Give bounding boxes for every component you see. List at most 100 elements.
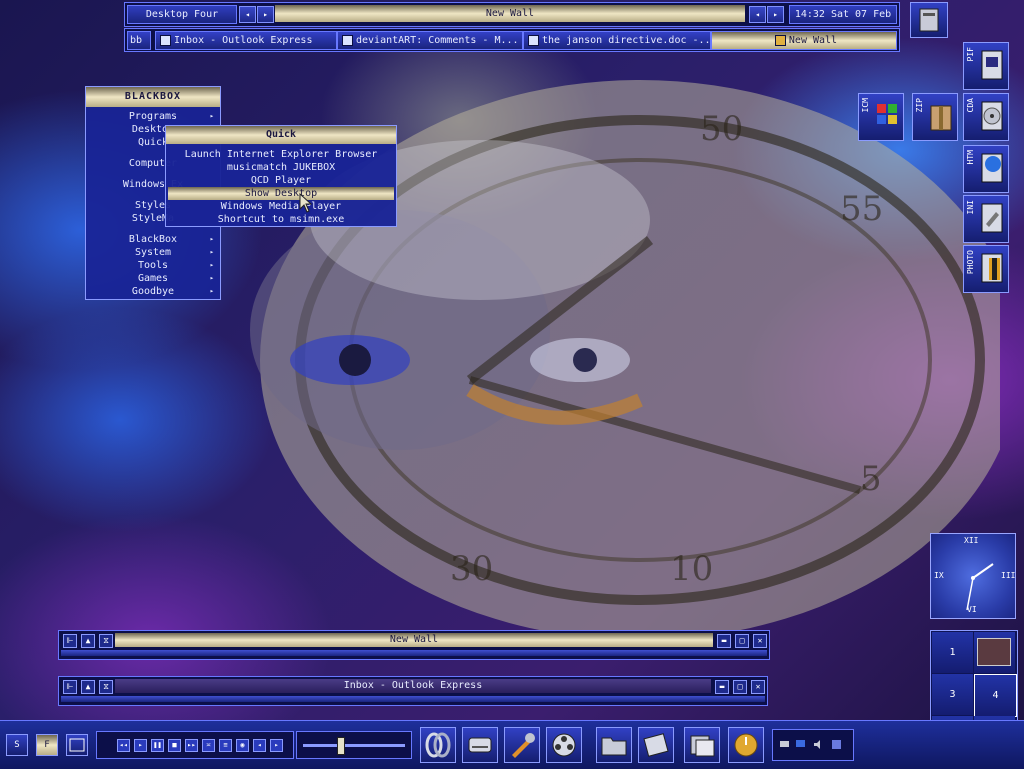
- forward-button[interactable]: ▸▸: [185, 739, 198, 752]
- desktop-shortcut-htm[interactable]: HTM: [963, 145, 1009, 193]
- task-bb[interactable]: bb: [127, 31, 151, 50]
- quicklaunch-drive[interactable]: [462, 727, 498, 763]
- ini-icon: [981, 203, 1003, 233]
- quick-item-ie[interactable]: Launch Internet Explorer Browser: [168, 148, 394, 161]
- quicklaunch-chain[interactable]: [420, 727, 456, 763]
- window-outlook: ⊩ ▲ ⧖ Inbox - Outlook Express ▬ □ ✕: [58, 676, 768, 706]
- pause-button[interactable]: ❚❚: [151, 739, 164, 752]
- quick-item-show-desktop[interactable]: Show Desktop: [168, 187, 394, 200]
- submenu-arrow-icon: ▸: [209, 112, 214, 120]
- f-button[interactable]: F: [36, 734, 58, 756]
- window-title[interactable]: Inbox - Outlook Express: [115, 679, 711, 693]
- menu-item-blackbox[interactable]: BlackBox ▸: [90, 233, 216, 246]
- maximize-icon[interactable]: □: [735, 634, 749, 648]
- menu-item-goodbye[interactable]: Goodbye ▸: [90, 285, 216, 298]
- mouse-pointer-icon: [299, 193, 313, 213]
- task-word-doc[interactable]: the janson directive.doc -...: [523, 31, 711, 50]
- icon-tag: ZIP: [915, 98, 924, 113]
- iconify-icon[interactable]: ⧖: [99, 680, 113, 694]
- quicklaunch-tools[interactable]: [504, 727, 540, 763]
- submenu-arrow-icon: ▸: [209, 287, 214, 295]
- play-button[interactable]: ▸: [134, 739, 147, 752]
- resize-handle[interactable]: [61, 650, 767, 656]
- desktop-shortcut-zip[interactable]: ZIP: [912, 93, 958, 141]
- desktop-shortcut-photo[interactable]: PHOTO: [963, 245, 1009, 293]
- shade-icon[interactable]: ⊩: [63, 680, 77, 694]
- window-title[interactable]: New Wall: [115, 633, 713, 647]
- icon-tag: PHOTO: [966, 250, 975, 275]
- menu-item-programs[interactable]: Programs ▸: [90, 110, 216, 123]
- next-track-button[interactable]: ▸: [270, 739, 283, 752]
- volume-slider[interactable]: [296, 731, 412, 759]
- analog-clock-widget[interactable]: XII III VI IX: [930, 533, 1016, 619]
- stick-icon[interactable]: ▲: [81, 634, 95, 648]
- pager-desktop-3[interactable]: 3: [932, 674, 973, 715]
- network-icon[interactable]: [779, 739, 790, 750]
- shade-icon[interactable]: ⊩: [63, 634, 77, 648]
- clock-numeral-9: IX: [934, 571, 944, 580]
- folder-icon: [774, 34, 786, 46]
- quick-item-qcd[interactable]: QCD Player: [168, 174, 394, 187]
- close-icon[interactable]: ✕: [751, 680, 765, 694]
- speaker-icon[interactable]: [813, 739, 824, 750]
- playlist-button[interactable]: ≡: [219, 739, 232, 752]
- menu-item-system[interactable]: System ▸: [90, 246, 216, 259]
- monitor-icon[interactable]: [795, 739, 806, 750]
- quick-item-musicmatch[interactable]: musicmatch JUKEBOX: [168, 161, 394, 174]
- settings-button[interactable]: ◉: [236, 739, 249, 752]
- pager-desktop-1[interactable]: 1: [932, 632, 973, 673]
- task-deviantart[interactable]: deviantART: Comments - M...: [337, 31, 523, 50]
- desktop-shortcut-icm[interactable]: ICM: [858, 93, 904, 141]
- workspace-label[interactable]: Desktop Four: [127, 5, 237, 24]
- volume-knob[interactable]: [336, 737, 345, 755]
- tools-icon: [512, 733, 535, 758]
- stick-icon[interactable]: ▲: [81, 680, 95, 694]
- iconify-icon[interactable]: ⧖: [99, 634, 113, 648]
- close-icon[interactable]: ✕: [753, 634, 767, 648]
- show-desktop-button[interactable]: [66, 734, 88, 756]
- quicklaunch-folder[interactable]: [596, 727, 632, 763]
- svg-text:30: 30: [450, 549, 493, 589]
- svg-text:50: 50: [700, 109, 743, 149]
- prev-workspace-button[interactable]: ◂: [239, 6, 256, 23]
- browser-icon: [342, 34, 353, 46]
- start-button[interactable]: S: [6, 734, 28, 756]
- quicklaunch-disk[interactable]: [638, 727, 674, 763]
- desktop-shortcut-cda[interactable]: CDA: [963, 93, 1009, 141]
- task-new-wall[interactable]: New Wall: [711, 31, 897, 50]
- desktop-shortcut-ini[interactable]: INI: [963, 195, 1009, 243]
- minimize-icon[interactable]: ▬: [715, 680, 729, 694]
- toolbar-clock[interactable]: 14:32 Sat 07 Feb: [789, 5, 897, 24]
- outlook-icon: [160, 34, 171, 46]
- task-outlook[interactable]: Inbox - Outlook Express: [155, 31, 337, 50]
- maximize-icon[interactable]: □: [733, 680, 747, 694]
- recycle-bin-icon[interactable]: [910, 2, 948, 38]
- current-window-label[interactable]: New Wall: [275, 5, 745, 22]
- quicklaunch-photos[interactable]: [684, 727, 720, 763]
- quick-item-msimn[interactable]: Shortcut to msimn.exe: [168, 213, 394, 226]
- resize-handle[interactable]: [61, 696, 765, 702]
- volume-track: [303, 744, 405, 747]
- pager-desktop-2[interactable]: [974, 632, 1015, 673]
- next-workspace-button[interactable]: ▸: [257, 6, 274, 23]
- quick-item-wmp[interactable]: Windows Media Player: [168, 200, 394, 213]
- next-window-button[interactable]: ▸: [767, 6, 784, 23]
- stop-button[interactable]: ■: [168, 739, 181, 752]
- quicklaunch-film[interactable]: [546, 727, 582, 763]
- prev-track-button[interactable]: ◂: [253, 739, 266, 752]
- menu-item-tools[interactable]: Tools ▸: [90, 259, 216, 272]
- photos-icon: [690, 735, 715, 757]
- quicklaunch-power[interactable]: [728, 727, 764, 763]
- pager-desktop-4[interactable]: 4: [974, 674, 1017, 717]
- eject-button[interactable]: ≍: [202, 739, 215, 752]
- rewind-button[interactable]: ◂◂: [117, 739, 130, 752]
- task-label: deviantART: Comments - M...: [356, 35, 519, 46]
- menu-item-games[interactable]: Games ▸: [90, 272, 216, 285]
- submenu-title: Quick: [166, 126, 396, 144]
- minimize-icon[interactable]: ▬: [717, 634, 731, 648]
- window-new-wall: ⊩ ▲ ⧖ New Wall ▬ □ ✕: [58, 630, 770, 660]
- menu-item-label: System: [134, 247, 172, 258]
- prev-window-button[interactable]: ◂: [749, 6, 766, 23]
- tray-app-icon[interactable]: [831, 739, 842, 750]
- desktop-shortcut-pif[interactable]: PIF: [963, 42, 1009, 90]
